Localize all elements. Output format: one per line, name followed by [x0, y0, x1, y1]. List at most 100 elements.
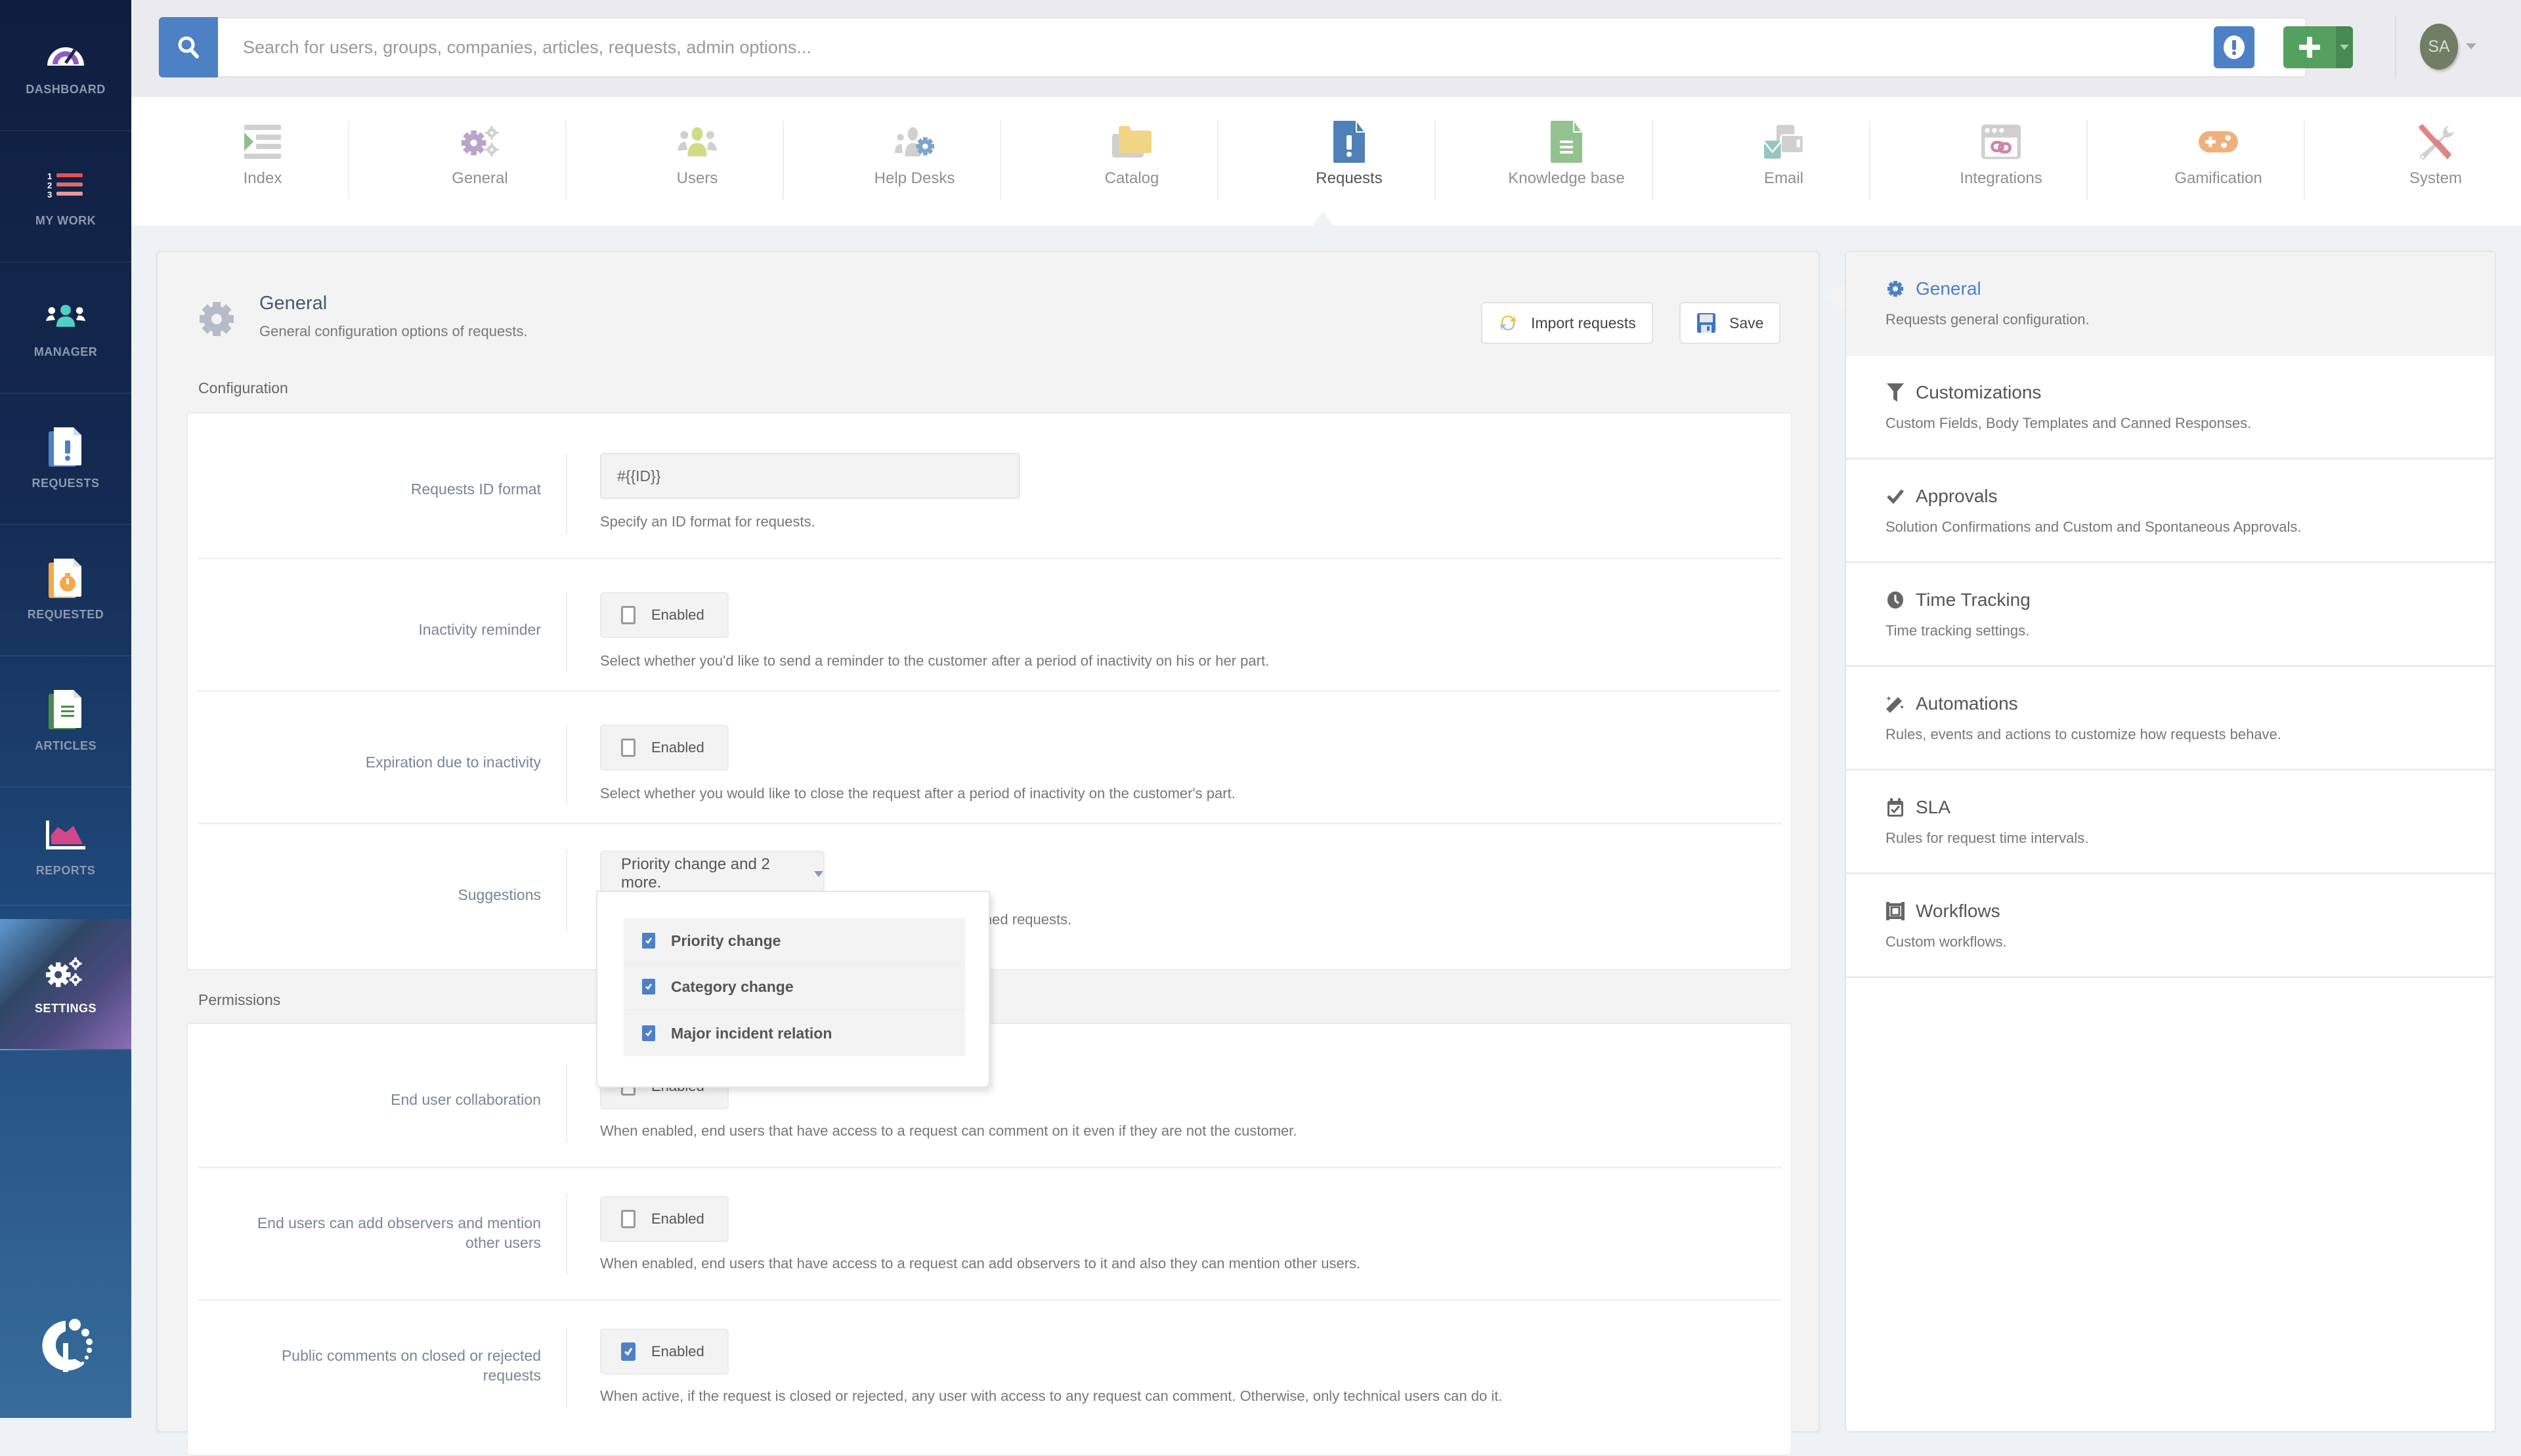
- sidebar-item-requests[interactable]: REQUESTS: [0, 394, 131, 525]
- section-nav-desc: Requests general configuration.: [1885, 311, 2090, 328]
- exclamation-icon: [2224, 35, 2245, 59]
- sidebar-label: REQUESTS: [32, 476, 100, 490]
- users-group-icon: [46, 297, 85, 336]
- sidebar-item-my-work[interactable]: 123 MY WORK: [0, 131, 131, 263]
- id-format-input[interactable]: #{{ID}}: [600, 453, 1020, 499]
- section-nav-automations[interactable]: Automations Rules, events and actions to…: [1846, 667, 2495, 771]
- svg-text:2: 2: [47, 181, 52, 190]
- module-label: Help Desks: [874, 169, 955, 187]
- module-label: Gamification: [2174, 169, 2262, 187]
- section-nav-workflows[interactable]: Workflows Custom workflows.: [1846, 874, 2495, 978]
- search-icon: [178, 36, 199, 58]
- expiration-checkbox[interactable]: Enabled: [600, 725, 729, 771]
- setting-label-line: End users can add observers and mention: [257, 1214, 541, 1231]
- divider: [566, 1063, 567, 1142]
- divider: [566, 454, 567, 533]
- module-label: Users: [676, 169, 718, 187]
- checkbox-unchecked-icon: [621, 606, 636, 624]
- folder-icon: [1112, 121, 1152, 163]
- section-nav-title: Time Tracking: [1916, 589, 2031, 610]
- sidebar-item-reports[interactable]: REPORTS: [0, 788, 131, 906]
- plus-icon: [2299, 37, 2320, 58]
- module-system[interactable]: System: [2327, 121, 2521, 200]
- setting-row-end-user-collaboration: End user collaboration Enabled When enab…: [198, 1024, 1782, 1168]
- module-label: Integrations: [1960, 169, 2042, 187]
- setting-description: Select whether you'd like to send a remi…: [600, 653, 1270, 669]
- setting-description: When enabled, end users that have access…: [600, 1255, 1361, 1272]
- add-dropdown-button[interactable]: [2336, 26, 2353, 68]
- search-input[interactable]: Search for users, groups, companies, art…: [218, 17, 2307, 77]
- user-menu-caret-icon[interactable]: [2466, 43, 2476, 49]
- setting-label: Requests ID format: [410, 481, 541, 498]
- section-nav-general[interactable]: General Requests general configuration.: [1846, 252, 2495, 356]
- section-nav-title: Workflows: [1916, 901, 2000, 921]
- checkbox-checked-icon: [642, 933, 655, 949]
- suggestions-select[interactable]: Priority change and 2 more.: [600, 851, 825, 897]
- dropdown-option-major-incident-relation[interactable]: Major incident relation: [624, 1010, 965, 1056]
- import-requests-button[interactable]: Import requests: [1481, 302, 1653, 344]
- sidebar-item-manager[interactable]: MANAGER: [0, 263, 131, 394]
- request-document-icon: [1329, 121, 1369, 163]
- module-email[interactable]: Email: [1675, 121, 1892, 200]
- save-button[interactable]: Save: [1679, 302, 1781, 344]
- inactivity-reminder-checkbox[interactable]: Enabled: [600, 592, 729, 638]
- sidebar-item-dashboard[interactable]: DASHBOARD: [0, 0, 131, 131]
- checkbox-label: Enabled: [651, 1210, 704, 1227]
- section-nav-sla[interactable]: SLA Rules for request time intervals.: [1846, 771, 2495, 874]
- module-help-desks[interactable]: Help Desks: [806, 121, 1023, 200]
- gear-icon: [198, 299, 235, 339]
- module-users[interactable]: Users: [589, 121, 806, 200]
- invgate-logo[interactable]: [33, 1313, 98, 1379]
- checkbox-checked-icon: [621, 1342, 636, 1361]
- separator: [2086, 121, 2088, 200]
- module-general[interactable]: General: [372, 121, 588, 200]
- setting-row-expiration: Expiration due to inactivity Enabled Sel…: [198, 692, 1782, 824]
- section-nav-desc: Solution Confirmations and Custom and Sp…: [1885, 519, 2302, 535]
- index-icon: [243, 121, 282, 163]
- setting-label: End user collaboration: [391, 1091, 541, 1108]
- setting-description: When enabled, end users that have access…: [600, 1123, 1297, 1139]
- setting-row-observers: End users can add observers and mention …: [198, 1168, 1782, 1301]
- dashboard-gauge-icon: [46, 34, 85, 74]
- sidebar-item-settings[interactable]: SETTINGS: [0, 919, 131, 1050]
- module-knowledge-base[interactable]: Knowledge base: [1458, 121, 1675, 200]
- setting-description: Specify an ID format for requests.: [600, 513, 815, 530]
- section-title-permissions: Permissions: [198, 991, 281, 1008]
- module-index[interactable]: Index: [154, 121, 371, 200]
- setting-label-line: other users: [465, 1234, 541, 1251]
- calendar-check-icon: [1885, 798, 1905, 817]
- page-subtitle: General configuration options of request…: [259, 323, 528, 339]
- check-icon: [1885, 486, 1905, 506]
- search-button[interactable]: [159, 17, 218, 77]
- dropdown-option-category-change[interactable]: Category change: [624, 964, 965, 1010]
- checkbox-unchecked-icon: [621, 1210, 636, 1228]
- module-requests[interactable]: Requests: [1241, 121, 1457, 200]
- dropdown-option-priority-change[interactable]: Priority change: [624, 918, 965, 964]
- magic-wand-icon: [1885, 694, 1905, 714]
- setting-label: Expiration due to inactivity: [365, 754, 541, 771]
- section-nav-customizations[interactable]: Customizations Custom Fields, Body Templ…: [1846, 356, 2495, 460]
- observers-checkbox[interactable]: Enabled: [600, 1196, 729, 1242]
- alert-button[interactable]: [2214, 26, 2254, 68]
- public-comments-checkbox[interactable]: Enabled: [600, 1329, 729, 1375]
- workflow-icon: [1885, 901, 1905, 921]
- separator: [1652, 121, 1653, 200]
- module-integrations[interactable]: Integrations: [1893, 121, 2109, 200]
- sidebar-item-requested[interactable]: REQUESTED: [0, 525, 131, 656]
- user-avatar[interactable]: SA: [2420, 24, 2458, 70]
- numbered-list-icon: 123: [46, 165, 85, 205]
- add-button[interactable]: [2283, 26, 2336, 68]
- sidebar-item-articles[interactable]: ARTICLES: [0, 656, 131, 788]
- separator: [1869, 121, 1870, 200]
- gamepad-icon: [2199, 121, 2238, 163]
- svg-text:3: 3: [47, 190, 52, 199]
- sidebar-label: REQUESTED: [27, 607, 104, 621]
- permissions-card: End user collaboration Enabled When enab…: [186, 1023, 1792, 1456]
- article-document-icon: [46, 689, 85, 730]
- section-nav-approvals[interactable]: Approvals Solution Confirmations and Cus…: [1846, 460, 2495, 563]
- section-nav-time-tracking[interactable]: Time Tracking Time tracking settings.: [1846, 563, 2495, 667]
- separator: [1434, 121, 1436, 200]
- module-gamification[interactable]: Gamification: [2110, 121, 2327, 200]
- module-catalog[interactable]: Catalog: [1023, 121, 1240, 200]
- active-section-pointer: [1826, 282, 1845, 311]
